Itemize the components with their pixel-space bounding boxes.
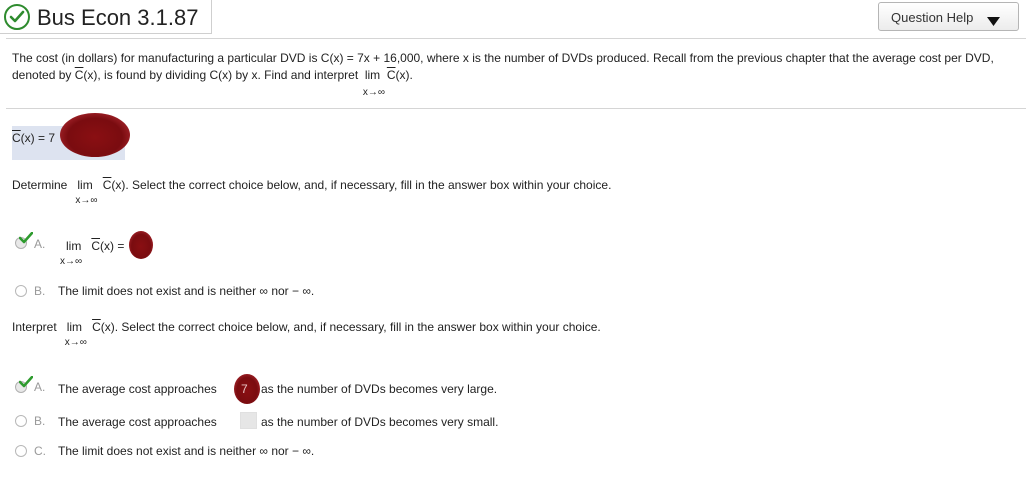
part1-choice-b-letter: B.: [34, 284, 46, 298]
part2-choice-a-pre: The average cost approaches: [58, 382, 217, 396]
part1-choice-b-radio[interactable]: [15, 285, 27, 297]
question-text: The cost (in dollars) for manufacturing …: [12, 51, 994, 98]
part2-choice-a-value: 7: [241, 382, 248, 396]
part2-choice-c-radio[interactable]: [15, 445, 27, 457]
part2-choice-a-letter: A.: [34, 380, 46, 394]
average-cost-label: C(x) = 7: [12, 131, 56, 145]
question-help-label: Question Help: [891, 10, 974, 25]
part2-choice-b-radio[interactable]: [15, 415, 27, 427]
correct-check-icon: [19, 232, 33, 244]
part2-choice-b-pre: The average cost approaches: [58, 415, 217, 429]
question-header: Bus Econ 3.1.87 Question Help: [0, 0, 1028, 34]
part1-choice-b-text: The limit does not exist and is neither …: [58, 284, 315, 298]
part2-choice-c-letter: C.: [34, 444, 46, 458]
part2-choice-a-post: as the number of DVDs becomes very large…: [261, 382, 498, 396]
part2-choice-b-letter: B.: [34, 414, 46, 428]
header-divider: [6, 38, 1026, 39]
part2-choice-c-text: The limit does not exist and is neither …: [58, 444, 315, 458]
question-title: Bus Econ 3.1.87: [37, 5, 199, 30]
part1-prompt: Determine lim x→∞ C(x). Select the correc…: [12, 178, 612, 206]
completed-check-icon: [4, 4, 30, 30]
limit-operator: lim x→∞: [362, 68, 385, 98]
question-help-button[interactable]: Question Help: [878, 2, 1019, 31]
redaction-mark: [60, 113, 130, 157]
part2-choice-b-post: as the number of DVDs becomes very small…: [261, 415, 499, 429]
part1-choice-a-text: lim x→∞ C(x) =: [60, 239, 125, 267]
part2-choice-b-answer-box[interactable]: [240, 412, 257, 429]
part2-prompt: Interpret lim x→∞ C(x). Select the correc…: [12, 320, 601, 348]
caret-down-icon: [987, 14, 1000, 29]
correct-check-icon: [19, 376, 33, 388]
question-divider: [6, 108, 1026, 109]
redaction-mark: [129, 231, 153, 259]
part1-choice-a-letter: A.: [34, 237, 46, 251]
